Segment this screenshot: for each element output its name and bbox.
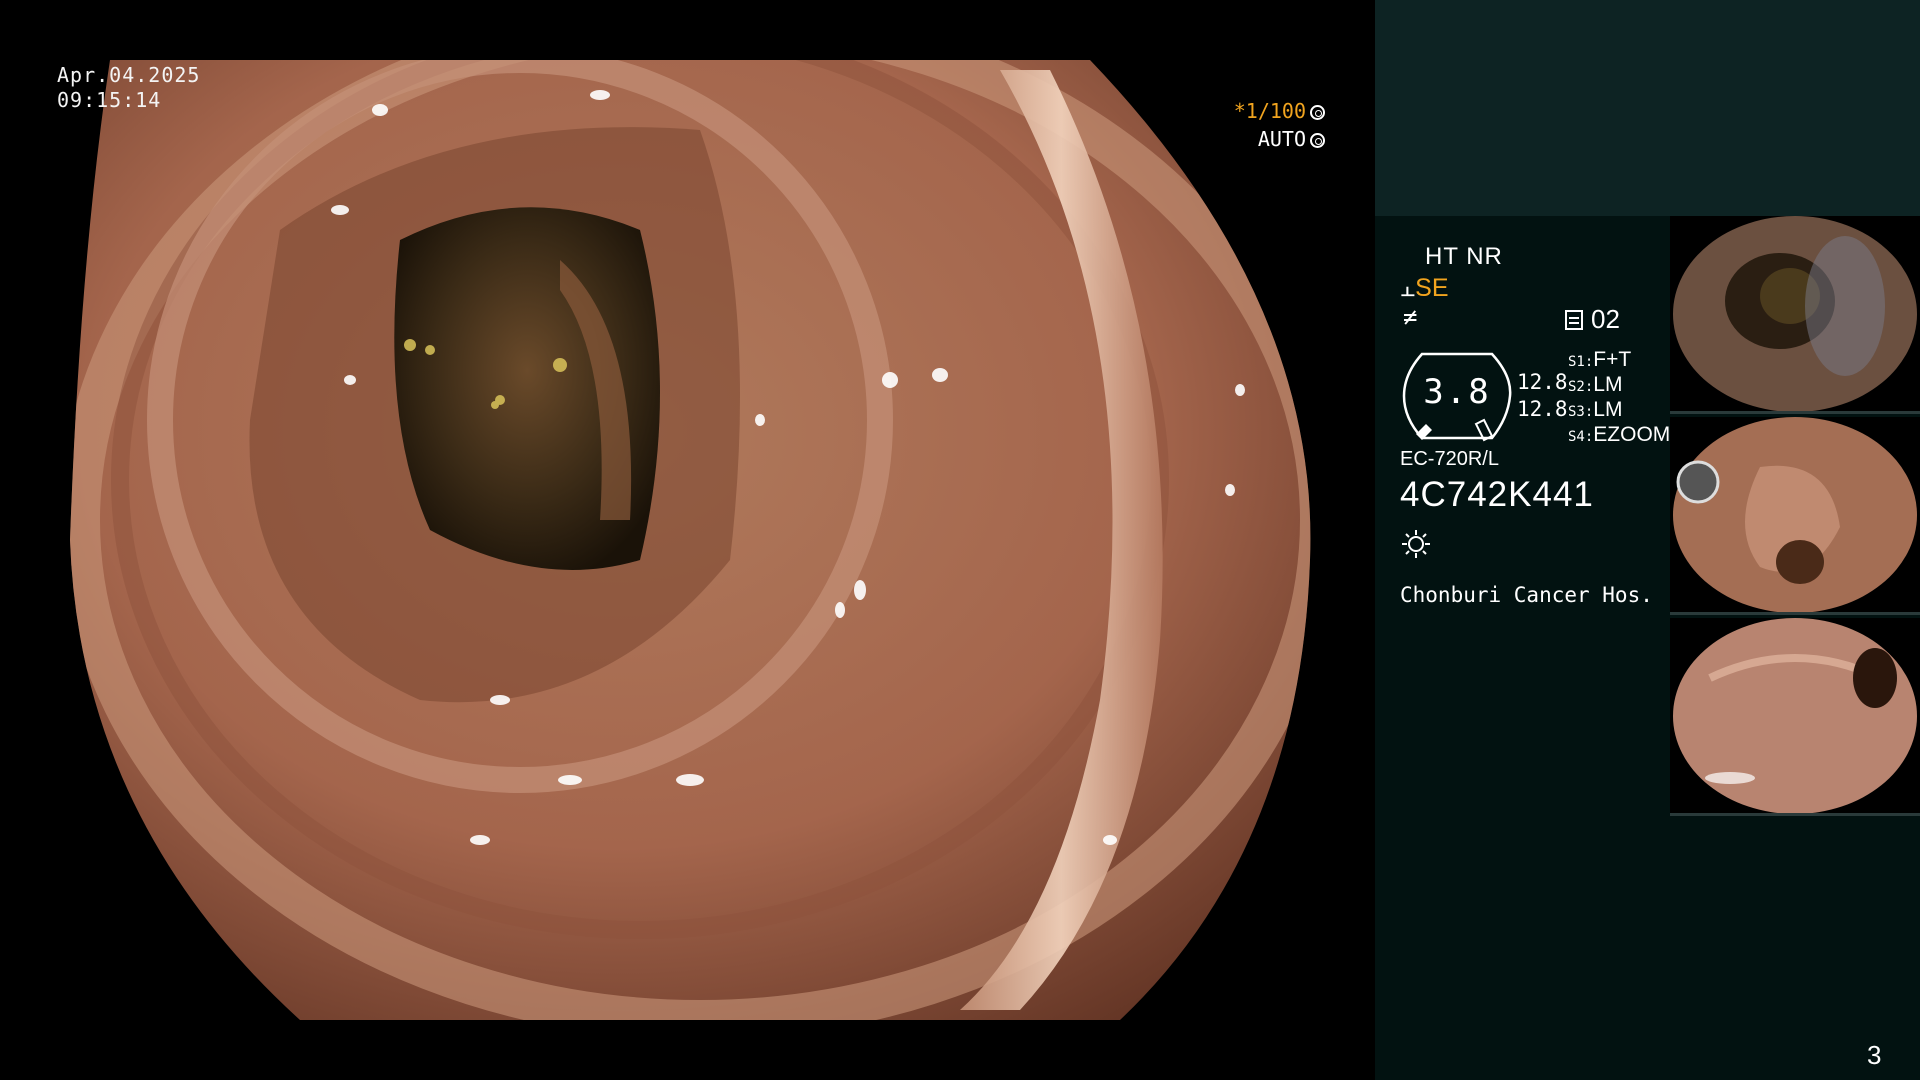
value-1: 12.8: [1517, 370, 1568, 394]
light-icon: [1402, 530, 1430, 558]
endoscope-view: Apr.04.2025 09:15:14 *1/100 AUTO: [0, 0, 1375, 1080]
auto-circle-icon: [1310, 133, 1325, 148]
thumbnail-3[interactable]: [1670, 618, 1920, 816]
panel-header-area: [1375, 0, 1920, 216]
shutter-speed-label: *1/100: [1233, 99, 1306, 123]
slash-icon: ≠: [1403, 303, 1418, 331]
hospital-name: Chonburi Cancer Hos.: [1400, 583, 1653, 607]
enhance-label: SE: [1415, 274, 1449, 302]
thumbnail-image: [1673, 417, 1917, 612]
thumbnail-image: [1673, 618, 1917, 813]
scope-model: EC-720R/L: [1400, 448, 1499, 470]
thumbnail-2[interactable]: [1670, 417, 1920, 615]
info-panel: HT NR ⫠SE ≠ 02 3.8 12.8 12.8 S1:F+T S2:L…: [1375, 0, 1920, 1080]
shutter-mode: AUTO: [1258, 126, 1325, 152]
time-label: 09:15:14: [57, 88, 162, 112]
shutter-speed: *1/100: [1234, 98, 1325, 124]
shutter-mode-label: AUTO: [1257, 127, 1306, 151]
endoscope-image: [70, 60, 1311, 1020]
serial-number: 4C742K441: [1400, 475, 1594, 514]
thumbnail-image: [1673, 216, 1917, 411]
switch-s2: S2:LM: [1568, 373, 1623, 396]
preset-label: 02: [1591, 304, 1620, 334]
page-number: 3: [1867, 1040, 1882, 1070]
preset-doc-icon: [1565, 310, 1583, 330]
date-label: Apr.04.2025: [57, 63, 201, 87]
preset: 02: [1565, 304, 1620, 335]
enhance-icon: ⫠: [1400, 274, 1416, 302]
mode-label: HT NR: [1425, 243, 1503, 270]
switch-s3: S3:LM: [1568, 398, 1623, 421]
switch-s4: S4:EZOOM: [1568, 423, 1671, 446]
gauge-value: 3.8: [1423, 372, 1491, 412]
thumbnail-1[interactable]: [1670, 216, 1920, 414]
switch-s1: S1:F+T: [1568, 348, 1632, 371]
shutter-circle-icon: [1310, 105, 1325, 120]
enhance-row: ⫠SE: [1400, 274, 1449, 303]
value-2: 12.8: [1517, 397, 1568, 421]
